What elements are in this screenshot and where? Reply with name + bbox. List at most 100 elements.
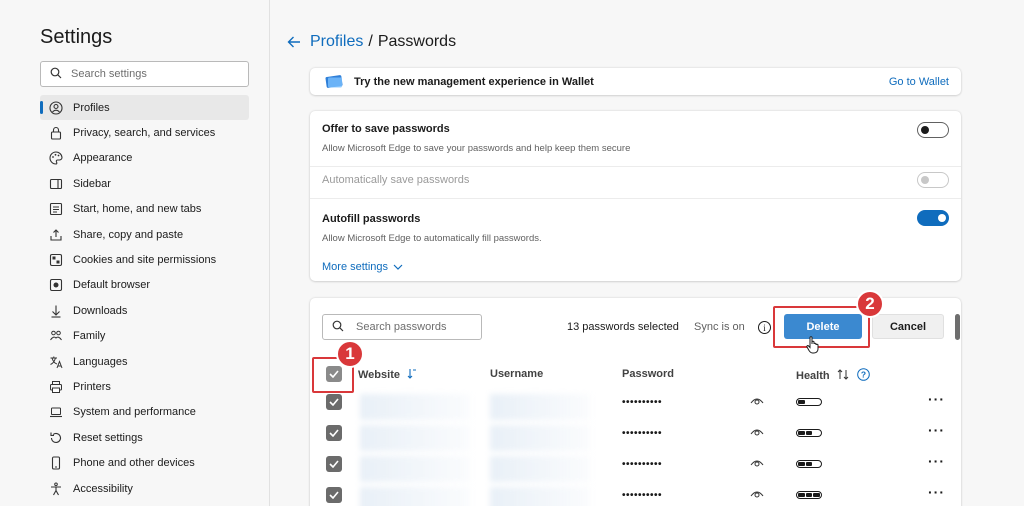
search-icon — [50, 67, 62, 82]
username-cell-blurred — [490, 425, 590, 451]
sidebar-item-printers[interactable]: Printers — [40, 374, 249, 399]
row-checkbox[interactable] — [326, 456, 342, 472]
sidebar-item-share[interactable]: Share, copy and paste — [40, 222, 249, 247]
info-icon[interactable]: i — [758, 321, 771, 334]
password-search-box[interactable] — [322, 314, 482, 340]
accessibility-icon — [48, 481, 64, 497]
back-arrow-icon[interactable] — [286, 35, 302, 49]
website-cell-blurred — [360, 425, 470, 451]
health-indicator — [796, 460, 822, 468]
sidebar-item-downloads[interactable]: Downloads — [40, 298, 249, 323]
sidebar-item-profiles[interactable]: Profiles — [40, 95, 249, 121]
sidebar-item-label: Printers — [73, 380, 111, 393]
breadcrumb: Profiles / Passwords — [286, 33, 456, 51]
settings-search-input[interactable] — [71, 68, 231, 80]
sidebar-item-accessibility[interactable]: Accessibility — [40, 476, 249, 501]
website-cell-blurred — [360, 394, 470, 420]
password-search-input[interactable] — [356, 321, 476, 333]
username-column-header[interactable]: Username — [490, 368, 543, 380]
sidebar-item-reset[interactable]: Reset settings — [40, 425, 249, 450]
sidebar-item-privacy[interactable]: Privacy, search, and services — [40, 120, 249, 145]
sidebar-item-family[interactable]: Family — [40, 324, 249, 349]
sidebar-item-sidebar[interactable]: Sidebar — [40, 171, 249, 196]
page-title: Passwords — [377, 33, 457, 50]
eye-icon[interactable] — [750, 396, 764, 409]
download-icon — [48, 303, 64, 319]
help-icon[interactable]: ? — [856, 368, 870, 384]
scrollbar-thumb[interactable] — [955, 314, 960, 340]
eye-icon[interactable] — [750, 427, 764, 440]
sidebar-item-label: Appearance — [73, 152, 133, 165]
offer-to-save-toggle[interactable] — [917, 122, 949, 138]
settings-search-box[interactable] — [40, 61, 249, 87]
wallet-banner-text: Try the new management experience in Wal… — [354, 75, 594, 88]
more-settings-label: More settings — [322, 261, 389, 273]
sidebar-item-default-browser[interactable]: Default browser — [40, 273, 249, 298]
health-indicator — [796, 429, 822, 437]
health-column-header[interactable]: Health ? — [796, 368, 870, 384]
more-actions-icon[interactable]: ··· — [928, 422, 945, 438]
website-cell-blurred — [360, 487, 470, 506]
sidebar-item-label: Privacy, search, and services — [73, 127, 216, 140]
health-indicator — [796, 398, 822, 406]
cancel-button[interactable]: Cancel — [872, 314, 944, 339]
share-icon — [48, 227, 64, 243]
sidebar-item-label: Sidebar — [73, 177, 111, 190]
eye-icon[interactable] — [750, 489, 764, 502]
more-actions-icon[interactable]: ··· — [928, 391, 945, 407]
offer-to-save-description: Allow Microsoft Edge to save your passwo… — [322, 143, 631, 154]
breadcrumb-profiles-link[interactable]: Profiles — [310, 33, 363, 51]
password-settings-card: Offer to save passwords Allow Microsoft … — [310, 111, 961, 281]
sidebar-item-label: Cookies and site permissions — [73, 254, 217, 267]
table-row[interactable]: •••••••••• ··· — [310, 391, 961, 425]
sidebar-item-label: Phone and other devices — [73, 457, 195, 470]
more-settings-link[interactable]: More settings — [322, 261, 403, 273]
settings-sidebar: Settings Profiles Privacy, search, and s… — [0, 0, 270, 506]
svg-text:?: ? — [861, 370, 866, 380]
offer-to-save-title: Offer to save passwords — [322, 123, 450, 135]
table-header: Website Username Password Health ? — [310, 364, 961, 384]
autofill-toggle[interactable] — [917, 210, 949, 226]
home-icon — [48, 201, 64, 217]
table-row[interactable]: •••••••••• ··· — [310, 453, 961, 487]
sidebar-item-phone[interactable]: Phone and other devices — [40, 450, 249, 475]
offer-to-save-row: Offer to save passwords Allow Microsoft … — [322, 123, 949, 154]
table-row[interactable]: •••••••••• ··· — [310, 484, 961, 506]
row-checkbox[interactable] — [326, 487, 342, 503]
palette-icon — [48, 150, 64, 166]
more-actions-icon[interactable]: ··· — [928, 453, 945, 469]
eye-icon[interactable] — [750, 458, 764, 471]
sidebar-item-appearance[interactable]: Appearance — [40, 146, 249, 171]
reset-icon — [48, 430, 64, 446]
printer-icon — [48, 379, 64, 395]
password-cell: •••••••••• — [622, 490, 663, 501]
sync-status-text: Sync is on — [694, 321, 745, 333]
autofill-title: Autofill passwords — [322, 213, 421, 225]
settings-nav: Profiles Privacy, search, and services A… — [40, 95, 249, 501]
go-to-wallet-link[interactable]: Go to Wallet — [889, 76, 949, 88]
sidebar-item-languages[interactable]: Languages — [40, 349, 249, 374]
language-icon — [48, 354, 64, 370]
highlight-delete-button — [773, 306, 870, 348]
sidebar-item-system[interactable]: System and performance — [40, 400, 249, 425]
settings-title: Settings — [40, 26, 113, 48]
username-cell-blurred — [490, 487, 590, 506]
password-cell: •••••••••• — [622, 397, 663, 408]
sidebar-item-cookies[interactable]: Cookies and site permissions — [40, 247, 249, 272]
search-icon — [332, 320, 344, 335]
table-row[interactable]: •••••••••• ··· — [310, 422, 961, 456]
breadcrumb-separator: / — [368, 33, 373, 50]
phone-icon — [48, 455, 64, 471]
sidebar-item-label: Default browser — [73, 279, 151, 292]
website-cell-blurred — [360, 456, 470, 482]
sidebar-item-start-home[interactable]: Start, home, and new tabs — [40, 197, 249, 222]
more-actions-icon[interactable]: ··· — [928, 484, 945, 500]
row-checkbox[interactable] — [326, 425, 342, 441]
row-checkbox[interactable] — [326, 394, 342, 410]
sidebar-item-label: Share, copy and paste — [73, 228, 184, 241]
divider — [310, 198, 961, 199]
sidebar-item-label: Family — [73, 330, 106, 343]
chevron-down-icon — [388, 261, 403, 273]
sidebar-item-label: Languages — [73, 355, 128, 368]
website-column-header[interactable]: Website — [358, 368, 417, 382]
